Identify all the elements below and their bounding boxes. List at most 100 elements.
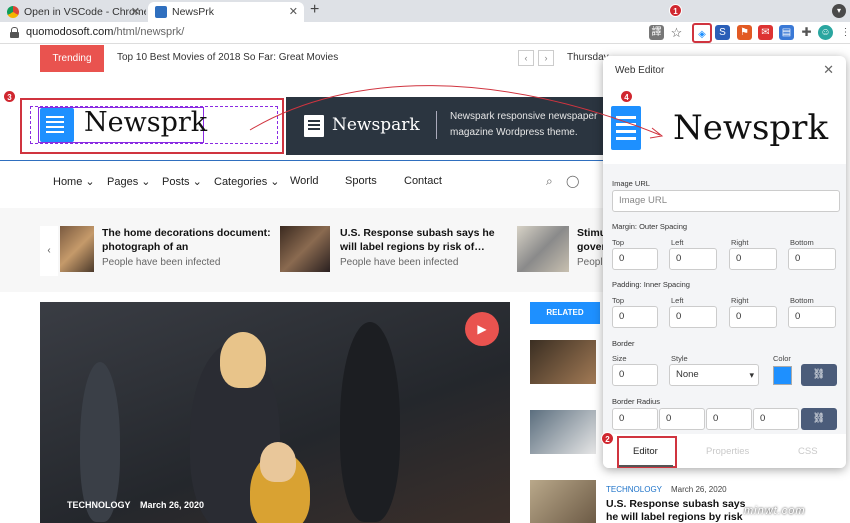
hero-date: March 26, 2020 [140, 500, 205, 510]
margin-top-input[interactable]: 0 [612, 248, 658, 270]
border-radius-label: Border Radius [612, 397, 660, 406]
tab-search-icon[interactable]: ▾ [832, 4, 846, 18]
prev-arrow-icon[interactable]: ‹ [518, 50, 534, 66]
step-marker-3: 3 [3, 90, 16, 103]
tab-css[interactable]: CSS [798, 446, 818, 457]
padding-bottom-label: Bottom [790, 296, 814, 305]
hero-image[interactable] [40, 302, 510, 523]
padding-right-input[interactable]: 0 [729, 306, 777, 328]
user-icon[interactable]: ◯ [566, 174, 579, 188]
panel-tabs: Editor Properties CSS [603, 436, 846, 468]
radius-input-1[interactable]: 0 [612, 408, 658, 430]
nav-contact[interactable]: Contact [404, 175, 442, 187]
hero-person [80, 362, 120, 522]
url-field[interactable]: quomodosoft.com/html/newsprk/ [26, 26, 184, 38]
new-tab-icon[interactable]: + [310, 1, 319, 19]
image-url-label: Image URL [612, 179, 650, 188]
nav-pages[interactable]: Pages ⌄ [107, 175, 150, 188]
padding-left-label: Left [671, 296, 684, 305]
news-strip: ‹ The home decorations document: photogr… [0, 208, 610, 292]
star-icon[interactable]: ☆ [669, 25, 684, 40]
lock-icon[interactable] [10, 27, 19, 38]
radius-input-4[interactable]: 0 [753, 408, 799, 430]
news-item[interactable]: U.S. Response subash says he will label … [280, 226, 520, 286]
step-marker-2: 2 [601, 432, 614, 445]
close-tab-icon[interactable]: ✕ [289, 2, 298, 22]
news-subtitle: People have been infected [340, 257, 459, 268]
padding-label: Padding: Inner Spacing [612, 280, 690, 289]
main-nav: Home ⌄ Pages ⌄ Posts ⌄ Categories ⌄ Worl… [0, 166, 610, 196]
nav-home[interactable]: Home ⌄ [53, 175, 95, 188]
related-thumbnail[interactable] [530, 340, 596, 384]
news-item[interactable]: Stimu… gover… People… [517, 226, 607, 286]
chevron-down-icon: ▾ [749, 370, 754, 380]
nav-label: Posts [162, 176, 190, 188]
hero-person [260, 442, 296, 482]
hero-category[interactable]: TECHNOLOGY [67, 500, 131, 510]
link-icon[interactable]: ⛓ [801, 364, 837, 386]
border-color-swatch[interactable] [773, 366, 792, 385]
radius-input-3[interactable]: 0 [706, 408, 752, 430]
web-editor-extension-icon[interactable]: ◈ [692, 23, 712, 43]
radius-input-2[interactable]: 0 [659, 408, 705, 430]
site-logo[interactable]: Newsprk [84, 107, 207, 138]
nav-label: Home [53, 176, 83, 188]
panel-body[interactable]: Newsprk Image URL Image URL Margin: Oute… [603, 86, 846, 434]
related-category[interactable]: TECHNOLOGY [606, 485, 662, 494]
image-extension-icon[interactable]: ▤ [779, 25, 794, 40]
tab-title: NewsPrk [172, 6, 215, 18]
close-tab-icon[interactable]: ✕ [131, 2, 140, 22]
padding-top-input[interactable]: 0 [612, 306, 658, 328]
padding-left-input[interactable]: 0 [669, 306, 717, 328]
nav-categories[interactable]: Categories ⌄ [214, 175, 279, 188]
close-icon[interactable]: ✕ [823, 62, 834, 78]
panel-title: Web Editor [615, 65, 665, 76]
news-item[interactable]: The home decorations document: photograp… [60, 226, 290, 286]
nav-sports[interactable]: Sports [345, 175, 377, 187]
browser-tab-newsprk[interactable]: NewsPrk ✕ [148, 2, 304, 22]
border-color-label: Color [773, 354, 791, 363]
ad-banner[interactable]: Newspark Newspark responsive newspaper m… [286, 97, 616, 155]
related-label: RELATED [530, 302, 600, 324]
browser-tab-strip: Open in VSCode - Chrome 線上… ✕ NewsPrk ✕ … [0, 0, 850, 22]
related-thumbnail[interactable] [530, 410, 596, 454]
border-style-value: None [676, 369, 699, 380]
active-tab-underline [619, 465, 673, 467]
margin-left-label: Left [671, 238, 684, 247]
margin-right-input[interactable]: 0 [729, 248, 777, 270]
border-size-input[interactable]: 0 [612, 364, 658, 386]
play-icon[interactable]: ▶ [465, 312, 499, 346]
search-icon[interactable]: ⌕ [546, 174, 553, 189]
link-icon[interactable]: ⛓ [801, 408, 837, 430]
border-style-label: Style [671, 354, 688, 363]
newspaper-icon [155, 6, 167, 18]
trending-headline[interactable]: Top 10 Best Movies of 2018 So Far: Great… [117, 52, 338, 63]
banner-logo: Newspark [332, 115, 420, 135]
nav-label: Pages [107, 176, 139, 188]
browser-tab-vscode[interactable]: Open in VSCode - Chrome 線上… ✕ [0, 2, 146, 22]
margin-left-input[interactable]: 0 [669, 248, 717, 270]
margin-bottom-input[interactable]: 0 [788, 248, 836, 270]
nav-posts[interactable]: Posts ⌄ [162, 175, 202, 188]
menu-icon[interactable]: ⋮ [838, 25, 850, 40]
mail-extension-icon[interactable]: ✉ [758, 25, 773, 40]
next-arrow-icon[interactable]: › [538, 50, 554, 66]
padding-bottom-input[interactable]: 0 [788, 306, 836, 328]
border-style-select[interactable]: None ▾ [669, 364, 759, 386]
image-url-input[interactable]: Image URL [612, 190, 840, 212]
translate-icon[interactable]: 譯 [649, 25, 664, 40]
tab-editor[interactable]: Editor [633, 446, 658, 457]
puzzle-icon[interactable]: ✚ [799, 25, 814, 40]
nav-world[interactable]: World [290, 175, 319, 187]
newspaper-icon [611, 106, 641, 150]
tab-properties[interactable]: Properties [706, 446, 749, 457]
s-extension-icon[interactable]: S [715, 25, 730, 40]
hero-person [340, 322, 400, 522]
news-title: U.S. Response subash says he will label … [340, 227, 495, 253]
related-thumbnail[interactable] [530, 480, 596, 523]
margin-bottom-label: Bottom [790, 238, 814, 247]
avatar[interactable]: ☺ [818, 25, 833, 40]
fire-extension-icon[interactable]: ⚑ [737, 25, 752, 40]
related-title[interactable]: U.S. Response subash says he will label … [606, 498, 756, 523]
strip-prev-icon[interactable]: ‹ [40, 226, 58, 276]
